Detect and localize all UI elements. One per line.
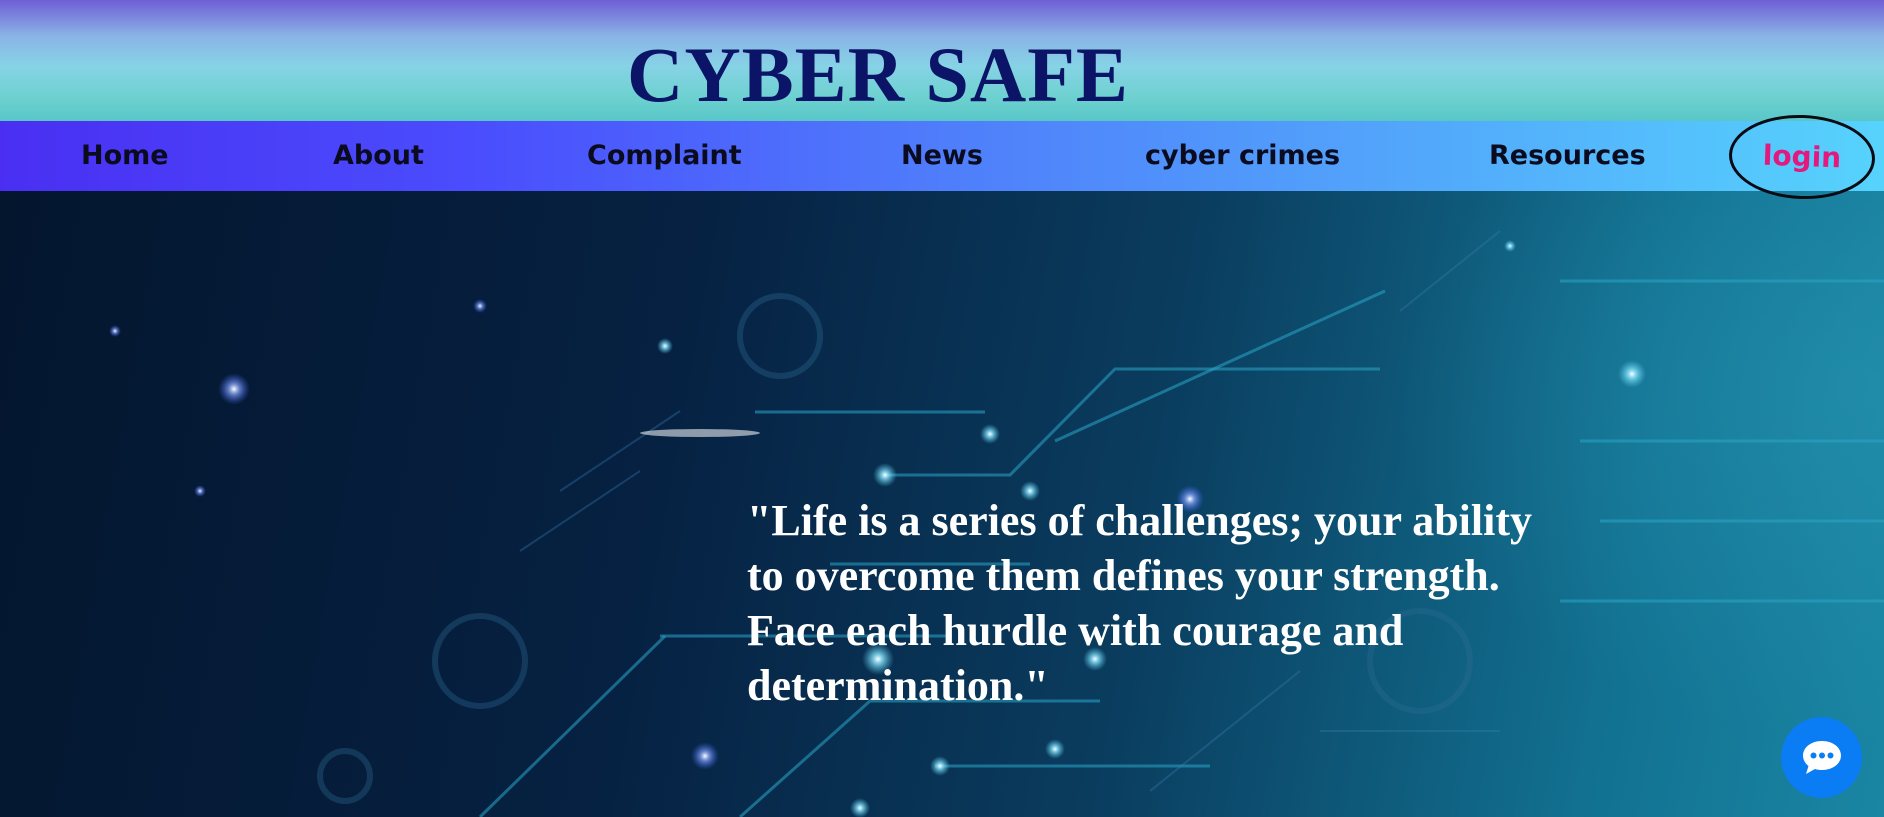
nav-item-home[interactable]: Home xyxy=(81,121,169,191)
nav-item-cyber-crimes[interactable]: cyber crimes xyxy=(1145,121,1340,191)
chat-button[interactable] xyxy=(1781,717,1862,798)
nav-item-resources[interactable]: Resources xyxy=(1489,121,1646,191)
nav-item-about[interactable]: About xyxy=(333,121,424,191)
hero-banner: "Life is a series of challenges; your ab… xyxy=(0,191,1884,817)
site-header: CYBER SAFE xyxy=(0,0,1884,121)
chat-bubble-icon xyxy=(1803,741,1841,774)
hero-quote: "Life is a series of challenges; your ab… xyxy=(747,496,1532,710)
nav-item-complaint[interactable]: Complaint xyxy=(587,121,742,191)
site-title: CYBER SAFE xyxy=(627,31,1129,118)
main-nav: Home About Complaint News cyber crimes R… xyxy=(0,121,1884,191)
nav-item-news[interactable]: News xyxy=(901,121,983,191)
